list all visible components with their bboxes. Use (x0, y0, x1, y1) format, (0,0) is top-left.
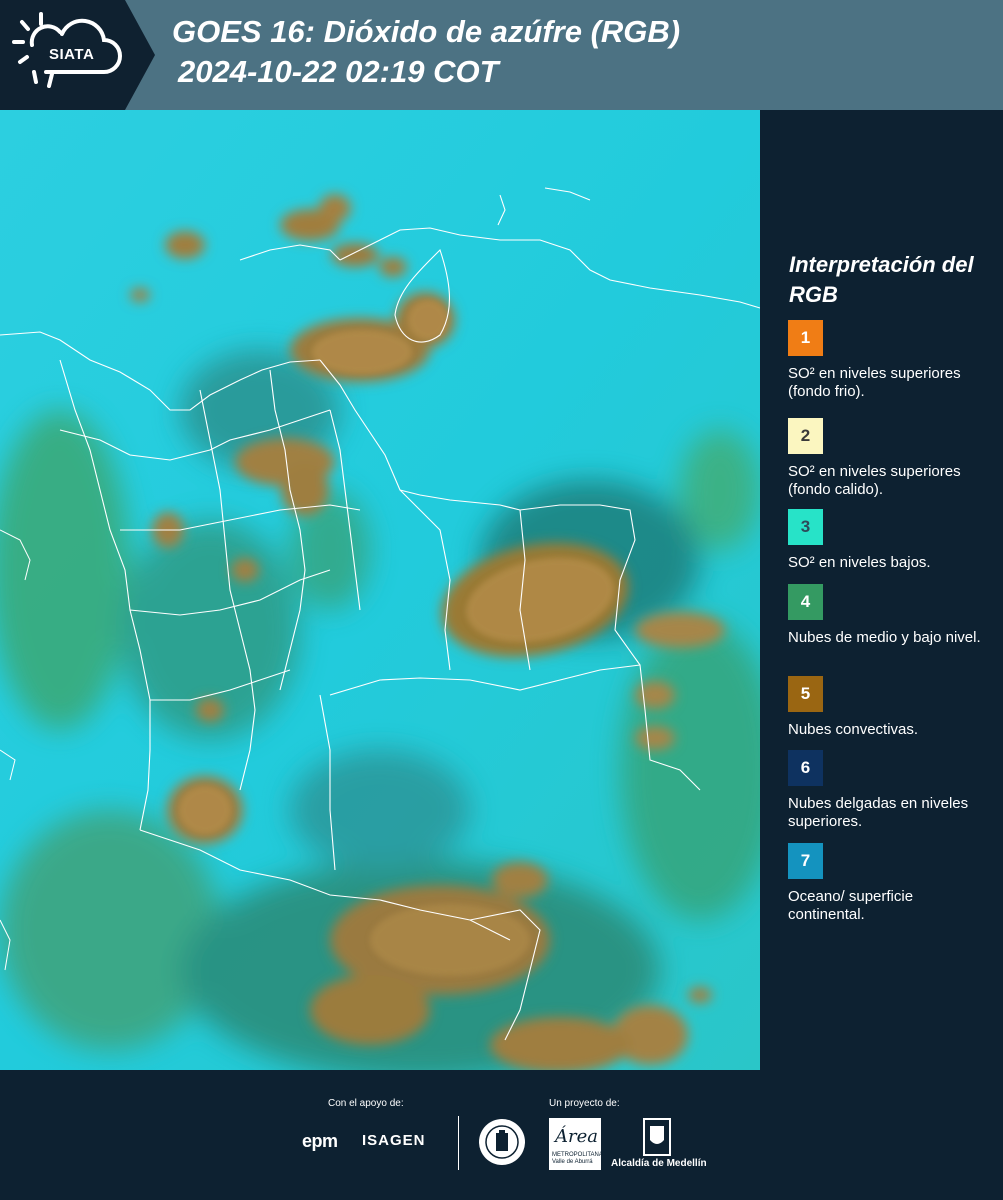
epm-logo: epm (302, 1131, 338, 1151)
legend-label: SO² en niveles bajos. (788, 554, 931, 571)
legend-swatch: 7 (788, 843, 823, 879)
siata-logo-text: SIATA (49, 46, 95, 63)
legend-swatch: 6 (788, 750, 823, 786)
legend-item: 2 SO² en niveles superiores (fondo calid… (788, 418, 988, 499)
legend-label: Oceano/ superficie continental. (788, 888, 914, 923)
legend-label: Nubes delgadas en niveles superiores. (788, 795, 969, 830)
legend-item: 5 Nubes convectivas. (788, 676, 988, 739)
legend-number: 5 (800, 684, 811, 703)
legend-number: 1 (800, 328, 811, 347)
area-metropolitana-logo: Área METROPOLITANA Valle de Aburrá (549, 1118, 603, 1170)
legend-number: 4 (800, 592, 811, 611)
medellin-seal-icon (479, 1119, 525, 1165)
legend-label: Nubes de medio y bajo nivel. (788, 629, 981, 646)
legend-swatch: 4 (788, 584, 823, 620)
legend-label: SO² en niveles superiores (fondo calido)… (788, 463, 961, 498)
footer-bar: Con el apoyo de: Un proyecto de: epm ISA… (0, 1070, 1003, 1200)
legend-number: 3 (800, 517, 811, 536)
legend-item: 7 Oceano/ superficie continental. (788, 843, 988, 924)
page-title: GOES 16: Dióxido de azúfre (RGB) (172, 14, 681, 49)
legend-number: 2 (800, 426, 811, 445)
footer-divider (458, 1116, 459, 1170)
satellite-map (0, 110, 760, 1070)
siata-logo: SIATA (0, 0, 155, 110)
legend-item: 3 SO² en niveles bajos. (788, 509, 988, 572)
project-label: Un proyecto de: (549, 1098, 620, 1109)
support-label: Con el apoyo de: (328, 1098, 404, 1109)
legend-item: 6 Nubes delgadas en niveles superiores. (788, 750, 988, 831)
alcaldia-shield-icon (643, 1118, 671, 1156)
legend-item: 1 SO² en niveles superiores (fondo frio)… (788, 320, 988, 401)
legend-title: Interpretación del RGB (789, 252, 974, 307)
header-bar: SIATA GOES 16: Dióxido de azúfre (RGB) 2… (0, 0, 1003, 110)
legend-number: 6 (800, 758, 811, 777)
amva-script: Área (555, 1126, 598, 1147)
alcaldia-text: Alcaldía de Medellín (611, 1158, 707, 1169)
map-canvas (0, 110, 760, 1070)
legend-swatch: 2 (788, 418, 823, 454)
legend-swatch: 5 (788, 676, 823, 712)
legend-swatch: 1 (788, 320, 823, 356)
page-timestamp: 2024-10-22 02:19 COT (178, 54, 499, 89)
isagen-logo: ISAGEN (362, 1132, 426, 1149)
legend-label: Nubes convectivas. (788, 721, 919, 738)
legend-swatch: 3 (788, 509, 823, 545)
legend-item: 4 Nubes de medio y bajo nivel. (788, 584, 988, 647)
legend-label: SO² en niveles superiores (fondo frio). (788, 365, 961, 400)
legend-number: 7 (800, 851, 811, 870)
legend-panel: Interpretación del RGB 1 SO² en niveles … (760, 110, 1003, 1070)
amva-subtitle: METROPOLITANA Valle de Aburrá (552, 1152, 603, 1165)
